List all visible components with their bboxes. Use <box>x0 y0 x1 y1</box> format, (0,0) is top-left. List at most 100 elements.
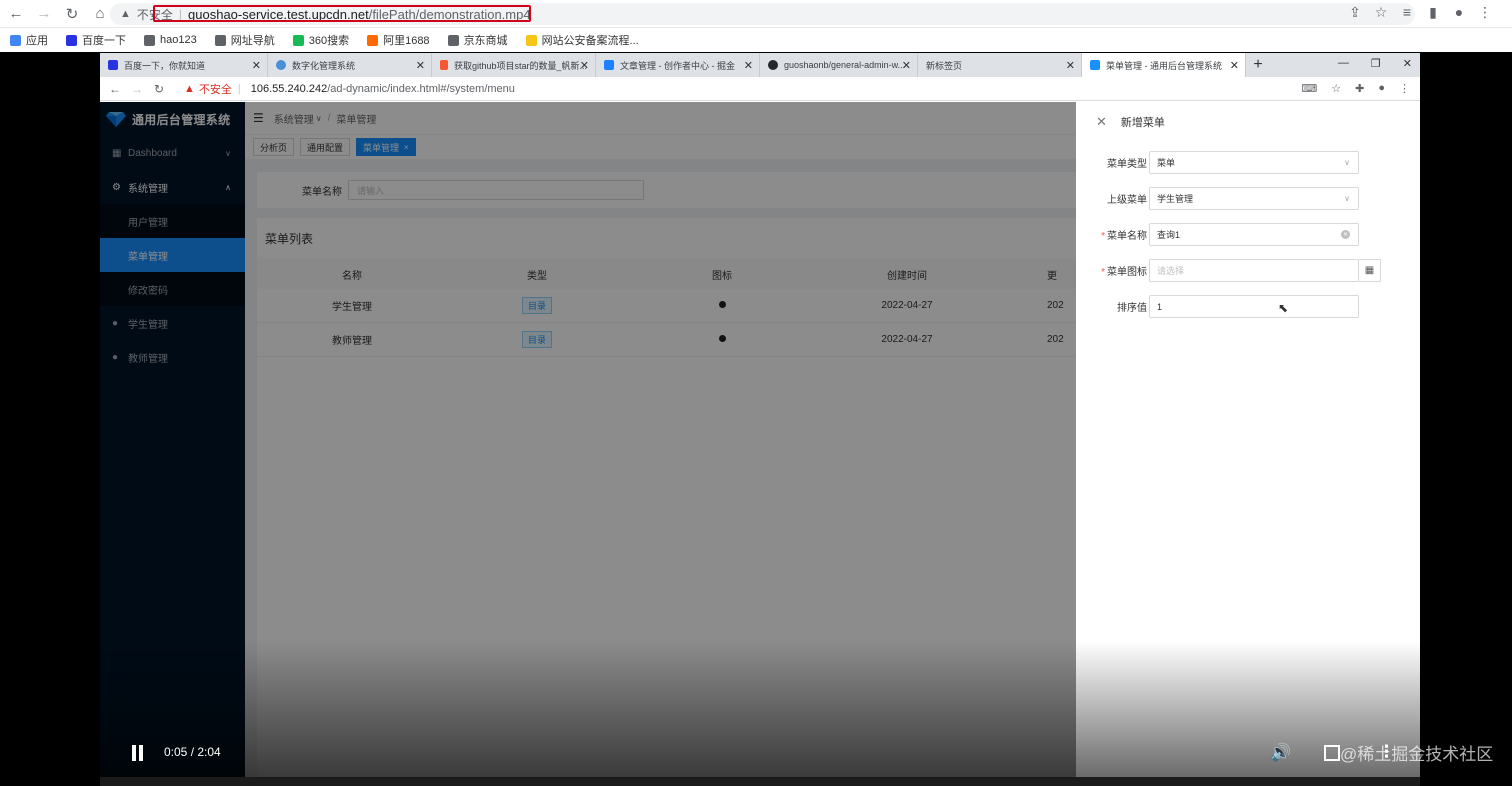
drawer-title: 新增菜单 <box>1120 117 1165 129</box>
csdn-icon <box>440 60 448 70</box>
inner-url-host: 106.55.240.242 <box>250 82 328 95</box>
tab-label: 菜单管理 - 通用后台管理系统 <box>1106 60 1222 71</box>
tab-github[interactable]: guoshaonb/general-admin-w... ✕ <box>760 53 918 77</box>
warning-icon: ▲ <box>120 8 131 20</box>
bookmark-item[interactable]: 京东商城 <box>447 32 508 48</box>
reload-icon[interactable]: ↻ <box>60 2 84 26</box>
tab-digital[interactable]: 数字化管理系统 ✕ <box>268 53 432 77</box>
minimize-icon[interactable]: — <box>1338 57 1349 70</box>
menu-dots-icon[interactable]: ⋮ <box>1478 4 1492 21</box>
menu-type-select[interactable]: 菜单 ∨ <box>1149 151 1359 174</box>
reading-list-icon[interactable]: ≡ <box>1400 4 1414 21</box>
inner-tab-strip: 百度一下，你就知道 ✕ 数字化管理系统 ✕ 获取github项目star的数量_帆新… <box>100 53 1420 77</box>
fullscreen-icon[interactable] <box>1324 745 1340 761</box>
tab-close-icon[interactable]: ✕ <box>744 59 753 72</box>
bookmark-star-icon[interactable]: ☆ <box>1374 4 1388 21</box>
extensions-icon[interactable]: ✚ <box>1355 82 1364 95</box>
clear-icon[interactable]: ✕ <box>1341 230 1350 239</box>
bookmark-bar: 应用 百度一下 hao123 网址导航 360搜索 阿里1688 京东商城 网站公安备案流程.… <box>0 28 1512 52</box>
tab-close-icon[interactable]: ✕ <box>1066 59 1075 72</box>
video-time: 0:05 / 2:04 <box>164 745 221 759</box>
taskbar-strip <box>100 777 1420 786</box>
bookmark-icon <box>525 34 537 46</box>
inner-url[interactable]: 106.55.240.242/ad-dynamic/index.html#/sy… <box>251 83 515 95</box>
input-value: 1 <box>1157 301 1163 312</box>
bookmark-item[interactable]: 360搜索 <box>292 32 349 48</box>
new-tab-icon[interactable]: + <box>1246 53 1270 77</box>
parent-menu-select[interactable]: 学生管理 ∨ <box>1149 187 1359 210</box>
bookmark-icon <box>66 34 77 46</box>
watermark: @稀土掘金技术社区 <box>1340 745 1494 764</box>
back-icon[interactable]: ← <box>104 82 126 96</box>
bookmark-label: 网站公安备案流程... <box>541 35 639 47</box>
tab-newtab[interactable]: 新标签页 ✕ <box>918 53 1082 77</box>
bookmark-icon <box>292 34 304 46</box>
close-icon[interactable]: ✕ <box>1096 114 1107 130</box>
form-row-sort: 排序值 1 <box>1076 295 1359 318</box>
warning-icon: ▲ <box>184 82 195 95</box>
sort-input[interactable]: 1 <box>1149 295 1359 318</box>
bookmark-icon <box>214 34 226 46</box>
bookmark-star-icon[interactable]: ☆ <box>1331 82 1341 95</box>
menu-dots-icon[interactable]: ⋮ <box>1399 82 1410 95</box>
tab-label: 新标签页 <box>926 60 963 71</box>
inner-url-path: /ad-dynamic/index.html#/system/menu <box>327 82 515 95</box>
profile-icon[interactable]: ● <box>1452 4 1466 21</box>
tab-menu-admin[interactable]: 菜单管理 - 通用后台管理系统 ✕ <box>1082 53 1246 77</box>
menu-icon-input[interactable]: 请选择 <box>1149 259 1359 282</box>
bookmark-item[interactable]: hao123 <box>144 34 197 46</box>
bookmark-icon <box>447 34 459 46</box>
side-panel-icon[interactable]: ▮ <box>1426 4 1440 21</box>
tab-baidu[interactable]: 百度一下，你就知道 ✕ <box>100 53 268 77</box>
volume-icon[interactable]: 🔊 <box>1270 743 1291 763</box>
inner-toolbar-actions: ⌨ ☆ ✚ ● ⋮ <box>1301 82 1410 95</box>
inner-toolbar: ← → ↻ ▲ 不安全 | 106.55.240.242/ad-dynamic/… <box>100 77 1420 101</box>
insecure-label: 不安全 <box>198 83 232 96</box>
chevron-down-icon: ∨ <box>1344 158 1350 167</box>
reload-icon[interactable]: ↻ <box>148 82 170 96</box>
field-label: 上级菜单 <box>1107 195 1147 206</box>
bookmark-label: 应用 <box>26 35 48 47</box>
tab-label: 文章管理 - 创作者中心 - 掘金 <box>620 60 735 71</box>
bookmark-icon <box>10 34 21 46</box>
profile-icon[interactable]: ● <box>1378 82 1385 95</box>
bookmark-item[interactable]: 网站公安备案流程... <box>525 32 639 48</box>
baidu-icon <box>108 60 118 70</box>
forward-icon[interactable]: → <box>126 82 148 96</box>
form-row-menu-type: 菜单类型 菜单 ∨ <box>1076 151 1359 174</box>
tab-close-icon[interactable]: ✕ <box>580 59 589 72</box>
globe-icon <box>276 60 286 70</box>
tab-close-icon[interactable]: ✕ <box>902 59 911 72</box>
bookmark-item[interactable]: 网址导航 <box>214 32 275 48</box>
bookmark-label: 阿里1688 <box>383 35 430 47</box>
bookmark-item[interactable]: 应用 <box>10 32 48 48</box>
form-row-icon: * 菜单图标 请选择 ▦ <box>1076 259 1381 282</box>
share-icon[interactable]: ⇪ <box>1348 4 1362 21</box>
bookmark-item[interactable]: 阿里1688 <box>367 32 430 48</box>
tab-close-icon[interactable]: ✕ <box>252 59 261 72</box>
bookmark-icon <box>144 34 155 46</box>
forward-icon[interactable]: → <box>32 2 56 26</box>
juejin-icon <box>604 60 614 70</box>
tab-csdn[interactable]: 获取github项目star的数量_帆新... ✕ <box>432 53 596 77</box>
field-label: * 菜单名称 <box>1076 227 1148 242</box>
input-value: 查询1 <box>1157 230 1181 240</box>
tab-close-icon[interactable]: ✕ <box>1230 59 1239 72</box>
restore-icon[interactable]: ❐ <box>1371 57 1381 70</box>
home-icon[interactable]: ⌂ <box>88 2 112 26</box>
tab-label: 百度一下，你就知道 <box>124 60 206 71</box>
menu-name-input[interactable]: 查询1 ✕ <box>1149 223 1359 246</box>
close-window-icon[interactable]: ✕ <box>1403 57 1412 70</box>
pause-icon[interactable] <box>131 745 145 761</box>
bookmark-label: hao123 <box>160 34 197 46</box>
tab-close-icon[interactable]: ✕ <box>416 59 425 72</box>
bookmark-item[interactable]: 百度一下 <box>66 32 126 48</box>
video-frame[interactable]: 百度一下，你就知道 ✕ 数字化管理系统 ✕ 获取github项目star的数量_帆新… <box>100 53 1420 786</box>
translate-icon[interactable]: ⌨ <box>1301 82 1317 95</box>
field-label: * 菜单图标 <box>1076 263 1148 278</box>
video-controls: 0:05 / 2:04 🔊 ⋮ <box>100 737 1420 777</box>
tab-juejin[interactable]: 文章管理 - 创作者中心 - 掘金 ✕ <box>596 53 760 77</box>
tab-label: guoshaonb/general-admin-w... <box>784 60 906 70</box>
grid-icon[interactable]: ▦ <box>1359 259 1381 282</box>
back-icon[interactable]: ← <box>4 2 28 26</box>
